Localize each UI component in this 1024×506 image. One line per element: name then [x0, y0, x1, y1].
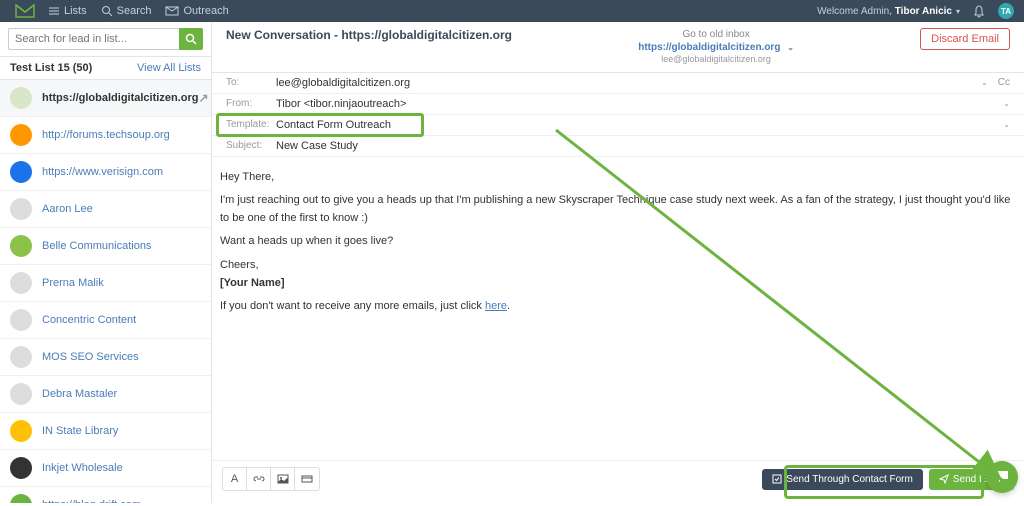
subject-field[interactable]: New Case Study [276, 140, 1010, 152]
format-text-button[interactable]: A [223, 468, 247, 490]
sidebar-item-label: Inkjet Wholesale [42, 462, 123, 474]
unsubscribe-link[interactable]: here [485, 300, 507, 312]
sidebar: Test List 15 (50) View All Lists https:/… [0, 22, 212, 503]
conversation-title: New Conversation - https://globaldigital… [226, 28, 512, 42]
avatar [10, 161, 32, 183]
sidebar-item-label: https://www.verisign.com [42, 166, 163, 178]
sidebar-item[interactable]: IN State Library [0, 413, 211, 450]
top-nav: Lists Search Outreach Welcome Admin, Tib… [0, 0, 1024, 22]
to-field[interactable]: lee@globaldigitalcitizen.org [276, 77, 977, 89]
sidebar-item[interactable]: https://blog.drift.com [0, 487, 211, 503]
from-label: From: [226, 98, 276, 109]
sidebar-item[interactable]: http://forums.techsoup.org [0, 117, 211, 154]
sidebar-item[interactable]: Prerna Malik [0, 265, 211, 302]
avatar [10, 420, 32, 442]
insert-link-button[interactable] [247, 468, 271, 490]
avatar [10, 87, 32, 109]
app-logo[interactable] [10, 0, 40, 22]
sidebar-item[interactable]: Concentric Content [0, 302, 211, 339]
chevron-down-icon[interactable]: ⌄ [1003, 99, 1010, 108]
main-panel: New Conversation - https://globaldigital… [212, 22, 1024, 503]
avatar [10, 198, 32, 220]
avatar [10, 272, 32, 294]
avatar [10, 494, 32, 503]
search-button[interactable] [179, 28, 203, 50]
chevron-down-icon: ▾ [956, 7, 960, 16]
sidebar-item-label: https://globaldigitalcitizen.org [42, 92, 198, 104]
bell-icon[interactable] [972, 4, 986, 18]
chat-widget-button[interactable] [986, 461, 1018, 493]
sidebar-item[interactable]: MOS SEO Services [0, 339, 211, 376]
avatar [10, 457, 32, 479]
domain-selector[interactable]: https://globaldigitalcitizen.org ⌄ [512, 41, 920, 54]
nav-outreach[interactable]: Outreach [165, 5, 228, 17]
chevron-down-icon[interactable]: ⌄ [1003, 120, 1010, 129]
user-avatar[interactable]: TA [998, 3, 1014, 19]
sidebar-list: https://globaldigitalcitizen.org↗🗑 http:/… [0, 80, 211, 503]
insert-card-button[interactable] [295, 468, 319, 490]
sidebar-item-label: IN State Library [42, 425, 118, 437]
open-icon[interactable]: ↗ [198, 91, 208, 105]
template-label: Template: [226, 119, 276, 130]
editor-toolbar: A [222, 467, 320, 491]
old-inbox-link[interactable]: Go to old inbox [512, 28, 920, 41]
sidebar-item[interactable]: Aaron Lee [0, 191, 211, 228]
sidebar-item-label: Prerna Malik [42, 277, 104, 289]
avatar [10, 235, 32, 257]
sidebar-item[interactable]: Debra Mastaler [0, 376, 211, 413]
sidebar-item-label: http://forums.techsoup.org [42, 129, 170, 141]
sidebar-item-label: Aaron Lee [42, 203, 93, 215]
email-body[interactable]: Hey There, I'm just reaching out to give… [212, 157, 1024, 460]
item-actions: ↗🗑 [198, 91, 211, 105]
avatar [10, 346, 32, 368]
template-field[interactable]: Contact Form Outreach [276, 119, 999, 131]
to-label: To: [226, 77, 276, 88]
chevron-down-icon: ⌄ [787, 43, 794, 52]
sidebar-item-label: https://blog.drift.com [42, 499, 141, 503]
user-welcome[interactable]: Welcome Admin, Tibor Anicic▾ [817, 6, 960, 17]
footer-bar: A Send Through Contact Form Send Email [212, 460, 1024, 503]
sidebar-item[interactable]: https://globaldigitalcitizen.org↗🗑 [0, 80, 211, 117]
from-field[interactable]: Tibor <tibor.ninjaoutreach> [276, 98, 999, 110]
search-input[interactable] [8, 28, 179, 50]
nav-search[interactable]: Search [101, 5, 152, 17]
sidebar-item-label: MOS SEO Services [42, 351, 139, 363]
cc-link[interactable]: Cc [998, 77, 1010, 88]
sidebar-item-label: Belle Communications [42, 240, 151, 252]
insert-image-button[interactable] [271, 468, 295, 490]
sidebar-item-label: Debra Mastaler [42, 388, 117, 400]
sidebar-item[interactable]: https://www.verisign.com [0, 154, 211, 191]
avatar [10, 383, 32, 405]
sidebar-item[interactable]: Belle Communications [0, 228, 211, 265]
avatar [10, 124, 32, 146]
domain-email: lee@globaldigitalcitizen.org [512, 54, 920, 66]
chevron-down-icon[interactable]: ⌄ [981, 78, 988, 87]
avatar [10, 309, 32, 331]
subject-label: Subject: [226, 140, 276, 151]
list-name: Test List 15 (50) [10, 62, 92, 74]
send-through-contact-form-button[interactable]: Send Through Contact Form [762, 469, 923, 490]
discard-button[interactable]: Discard Email [920, 28, 1010, 50]
nav-lists[interactable]: Lists [48, 5, 87, 17]
sidebar-item[interactable]: Inkjet Wholesale [0, 450, 211, 487]
view-all-lists[interactable]: View All Lists [137, 62, 201, 74]
sidebar-item-label: Concentric Content [42, 314, 136, 326]
